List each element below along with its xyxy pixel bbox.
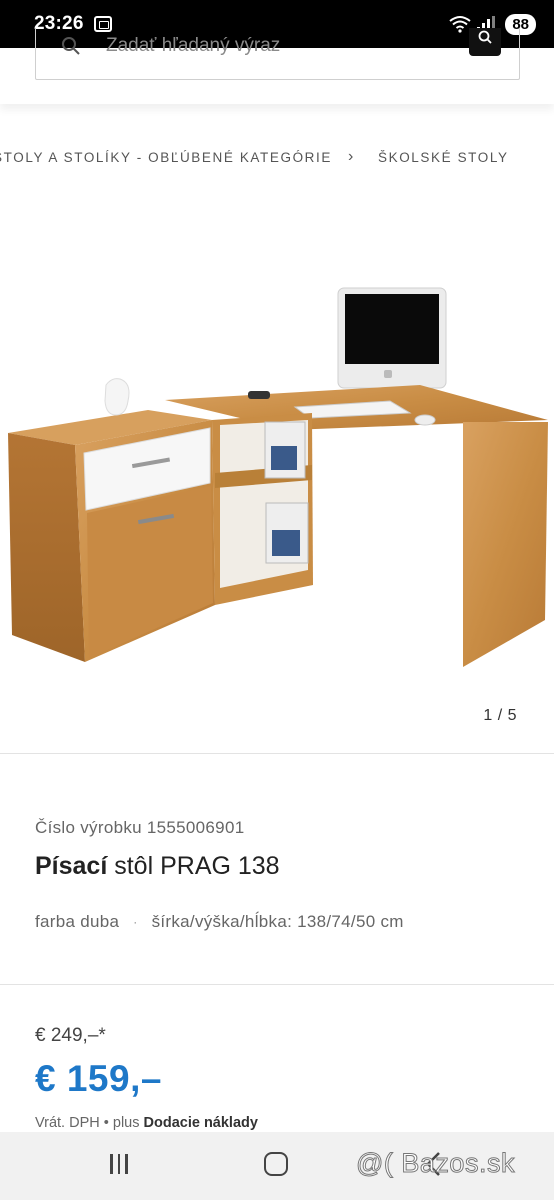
product-image[interactable] bbox=[0, 270, 554, 680]
old-price: € 249,–* bbox=[35, 1025, 106, 1046]
product-title-bold: Písací bbox=[35, 852, 108, 880]
product-title-rest: stôl PRAG 138 bbox=[114, 852, 280, 880]
sale-price: € 159,– bbox=[35, 1058, 162, 1099]
chevron-right-icon: › bbox=[348, 150, 355, 165]
breadcrumb-parent-link[interactable]: STOLY A STOLÍKY - OBĽÚBENÉ KATEGÓRIE bbox=[0, 150, 332, 165]
search-placeholder: Zadať hľadaný výraz bbox=[106, 35, 281, 56]
search-icon bbox=[62, 37, 80, 55]
divider bbox=[0, 753, 554, 754]
product-title: Písací stôl PRAG 138 bbox=[35, 852, 280, 881]
separator-dot-icon: · bbox=[133, 915, 138, 929]
product-number: Číslo výrobku 1555006901 bbox=[35, 818, 245, 837]
breadcrumb: STOLY A STOLÍKY - OBĽÚBENÉ KATEGÓRIE › Š… bbox=[0, 150, 554, 170]
search-input[interactable]: Zadať hľadaný výraz bbox=[35, 28, 520, 80]
product-attributes: farba duba · šírka/výška/hĺbka: 138/74/5… bbox=[35, 912, 404, 932]
vat-plus: plus bbox=[112, 1115, 140, 1131]
page: 23:26 88 Zadať hľadaný výraz STOLY A STO… bbox=[0, 0, 554, 1200]
search-button[interactable] bbox=[469, 28, 501, 56]
home-icon[interactable] bbox=[264, 1152, 288, 1176]
attribute-color: farba duba bbox=[35, 912, 120, 931]
attribute-dimensions: šírka/výška/hĺbka: 138/74/50 cm bbox=[151, 912, 404, 931]
breadcrumb-current-link[interactable]: ŠKOLSKÉ STOLY bbox=[378, 150, 509, 165]
shipping-link[interactable]: Dodacie náklady bbox=[144, 1115, 258, 1131]
search-submit-icon bbox=[478, 30, 492, 44]
recent-apps-icon[interactable] bbox=[110, 1154, 128, 1174]
header: Zadať hľadaný výraz bbox=[0, 28, 554, 104]
image-counter: 1 / 5 bbox=[483, 707, 517, 724]
divider bbox=[0, 984, 554, 985]
vat-info: Vrát. DPH • plus Dodacie náklady bbox=[35, 1115, 258, 1131]
vat-label: Vrát. DPH bbox=[35, 1115, 100, 1131]
watermark: @( Bazos.sk bbox=[356, 1148, 515, 1179]
